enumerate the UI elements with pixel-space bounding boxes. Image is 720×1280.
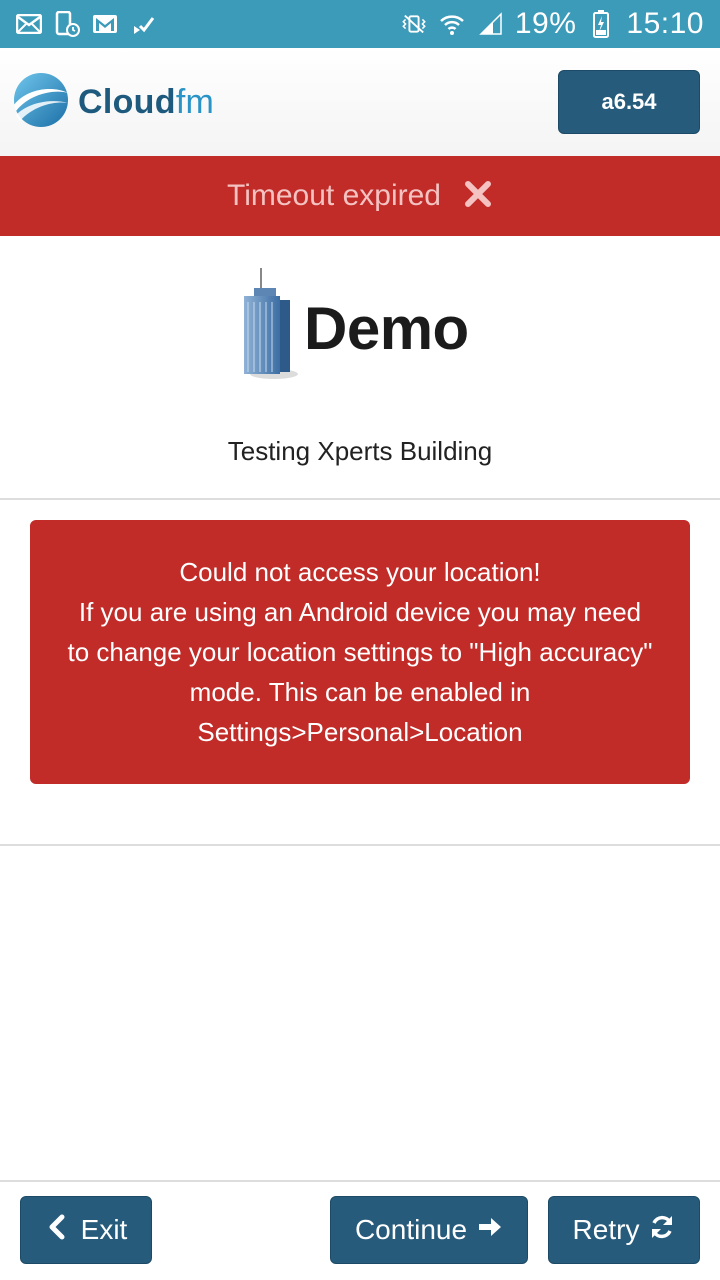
exit-button[interactable]: Exit bbox=[20, 1196, 152, 1264]
email-icon bbox=[16, 11, 42, 37]
error-line-1: Could not access your location! bbox=[179, 557, 541, 587]
cloudfm-logo-icon bbox=[12, 69, 70, 136]
chevron-left-icon bbox=[45, 1214, 71, 1247]
version-button[interactable]: a6.54 bbox=[558, 70, 700, 134]
wifi-icon bbox=[439, 11, 465, 37]
brand-logo: Cloudfm bbox=[12, 69, 214, 136]
phone-sync-icon bbox=[54, 11, 80, 37]
app-screen: 19% 15:10 Cloudfm a6.54 Timeout expired … bbox=[0, 0, 720, 1280]
timeout-message: Timeout expired bbox=[227, 179, 441, 212]
brand-name-main: Cloud bbox=[78, 82, 176, 121]
footer-divider bbox=[0, 1180, 720, 1182]
site-logo: Demo bbox=[240, 267, 480, 389]
building-name: Testing Xperts Building bbox=[227, 436, 493, 466]
site-logo-text: Demo bbox=[304, 294, 469, 362]
location-error-alert: Could not access your location! If you a… bbox=[30, 520, 690, 784]
close-icon[interactable] bbox=[463, 179, 493, 214]
signal-icon bbox=[477, 11, 503, 37]
brand-name-accent: fm bbox=[175, 82, 215, 121]
battery-percent: 19% bbox=[514, 7, 577, 40]
retry-label: Retry bbox=[572, 1214, 640, 1245]
continue-button[interactable]: Continue bbox=[330, 1196, 528, 1264]
exit-label: Exit bbox=[80, 1214, 128, 1245]
refresh-icon bbox=[649, 1214, 675, 1247]
arrow-right-icon bbox=[477, 1214, 503, 1247]
retry-button[interactable]: Retry bbox=[548, 1196, 700, 1264]
error-line-2: If you are using an Android device you m… bbox=[67, 597, 653, 747]
status-bar-system: 19% 15:10 bbox=[401, 7, 704, 41]
building-icon bbox=[240, 267, 300, 389]
divider bbox=[0, 844, 720, 846]
gmail-icon bbox=[92, 11, 118, 37]
clock: 15:10 bbox=[626, 7, 704, 40]
timeout-banner: Timeout expired bbox=[0, 156, 720, 236]
status-bar-notifications bbox=[16, 11, 156, 37]
task-check-icon bbox=[130, 11, 156, 37]
continue-label: Continue bbox=[354, 1214, 468, 1245]
location-error-text: Could not access your location! If you a… bbox=[66, 552, 654, 752]
vibrate-mute-icon bbox=[401, 11, 427, 37]
battery-charging-icon bbox=[588, 10, 614, 38]
status-bar: 19% 15:10 bbox=[0, 0, 720, 48]
brand-name: Cloudfm bbox=[78, 83, 214, 122]
divider bbox=[0, 498, 720, 500]
app-header: Cloudfm a6.54 bbox=[0, 48, 720, 156]
